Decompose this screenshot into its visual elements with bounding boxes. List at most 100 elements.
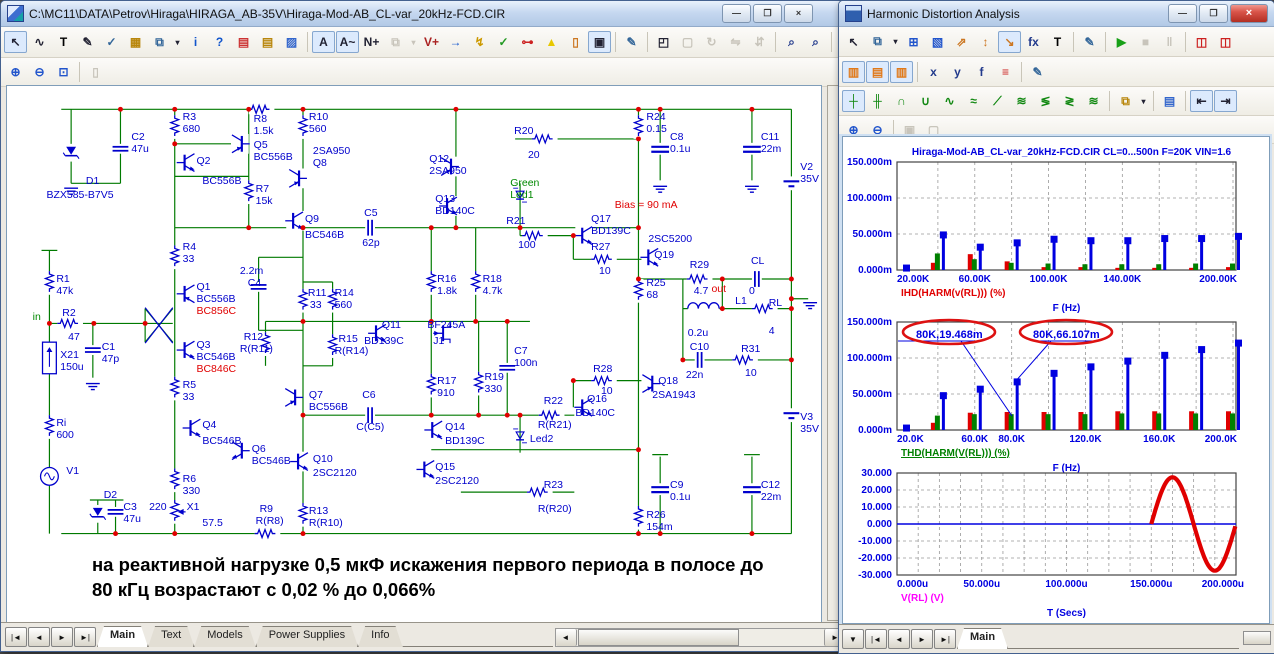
stop-icon[interactable]: ■ — [1134, 31, 1157, 53]
valley-icon[interactable]: ∪ — [914, 90, 937, 112]
data-points-icon[interactable]: ▤ — [1158, 90, 1181, 112]
sheet-tab-power-supplies[interactable]: Power Supplies — [256, 626, 358, 647]
minimize-button[interactable]: — — [1168, 4, 1197, 23]
rise-icon[interactable]: ∿ — [938, 90, 961, 112]
flip-h-icon[interactable]: ⇋ — [724, 31, 747, 53]
show-voltages-icon[interactable]: V+ — [420, 31, 443, 53]
select-tool-icon[interactable]: ↖ — [4, 31, 27, 53]
edit-plot-icon[interactable]: ✎ — [1026, 61, 1049, 83]
border-icon[interactable]: ▯ — [564, 31, 587, 53]
wire-tool-icon[interactable]: ∿ — [28, 31, 51, 53]
zoom-area-icon[interactable]: ▧ — [926, 31, 949, 53]
rotate-icon[interactable]: ↻ — [700, 31, 723, 53]
tab-nav-button[interactable]: ◄ — [28, 627, 50, 647]
find-icon[interactable]: ⌕ — [804, 31, 827, 53]
shapes-dropdown-icon[interactable]: ▾ — [890, 31, 901, 53]
perf-plot-icon[interactable]: ◫ — [1190, 31, 1213, 53]
overlay-pane-icon[interactable]: ▥ — [890, 60, 913, 83]
menu-icon[interactable]: ≡ — [994, 61, 1017, 83]
cursor-right-icon[interactable]: ⇥ — [1214, 90, 1237, 112]
list-icon[interactable]: ▤ — [256, 31, 279, 53]
tab-nav-button[interactable]: |◄ — [865, 629, 887, 649]
go-to-x-icon[interactable]: fx — [1022, 31, 1045, 53]
bus-icon[interactable]: ▦ — [124, 31, 147, 53]
cursor-next-icon[interactable]: ╫ — [866, 90, 889, 112]
tab-nav-button[interactable]: |◄ — [5, 627, 27, 647]
plot-area[interactable]: 0.000m 50.000m 100.000m 150.000m 20.00K 60.00… — [842, 136, 1270, 624]
text-tool-icon[interactable]: T — [52, 31, 75, 53]
tab-nav-button[interactable]: ►| — [74, 627, 96, 647]
minimize-button[interactable]: — — [722, 4, 751, 23]
tab-nav-button[interactable]: ► — [911, 629, 933, 649]
warning-icon[interactable]: ▲ — [540, 31, 563, 53]
x-axis-settings-icon[interactable]: x — [922, 61, 945, 83]
zoom-out-icon[interactable]: ⊖ — [28, 61, 51, 83]
properties-icon[interactable]: ✎ — [620, 31, 643, 53]
scroll-thumb[interactable] — [1243, 631, 1271, 645]
one-pane-icon[interactable]: ▥ — [842, 60, 865, 83]
y-axis-settings-icon[interactable]: y — [946, 61, 969, 83]
cursor-track-icon[interactable]: ┼ — [842, 90, 865, 112]
show-currents-icon[interactable]: → — [444, 31, 467, 53]
close-button[interactable]: × — [784, 4, 813, 23]
fft-plot-icon[interactable]: ◫ — [1214, 31, 1237, 53]
fx-settings-icon[interactable]: f — [970, 61, 993, 83]
sheet-info-icon[interactable]: ▨ — [280, 31, 303, 53]
left-titlebar[interactable]: C:\MC11\DATA\Petrov\Hiraga\HIRAGA_AB-35V… — [1, 1, 847, 27]
scroll-thumb[interactable] — [577, 629, 740, 646]
envelope-bottom-icon[interactable]: ≋ — [1082, 90, 1105, 112]
clipboard-icon[interactable]: ⧉ — [1114, 90, 1137, 112]
horizontal-scrollbar[interactable]: ◄ ► — [554, 628, 847, 647]
properties-icon[interactable]: ✎ — [1078, 31, 1101, 53]
scroll-left-icon[interactable]: ◄ — [555, 629, 577, 646]
clipboard-dropdown-icon[interactable]: ▾ — [1138, 90, 1149, 112]
tab-nav-button[interactable]: ▼ — [842, 629, 864, 649]
zoom-100-icon[interactable]: ⊡ — [52, 61, 75, 83]
sheet-tab-main[interactable]: Main — [97, 626, 148, 647]
copy-icon[interactable]: ⧉ — [384, 31, 407, 53]
tab-nav-button[interactable]: ► — [51, 627, 73, 647]
group-icon[interactable]: ▢ — [676, 31, 699, 53]
peak-icon[interactable]: ∩ — [890, 90, 913, 112]
text-mode-icon[interactable]: T — [1046, 31, 1069, 53]
select-region-icon[interactable]: ▣ — [588, 31, 611, 53]
shapes-dropdown-icon[interactable]: ▾ — [172, 31, 183, 53]
select-mode-icon[interactable]: ↖ — [842, 31, 865, 53]
slope-icon[interactable]: ⟋ — [986, 90, 1009, 112]
flip-v-icon[interactable]: ⇵ — [748, 31, 771, 53]
tab-nav-button[interactable]: ►| — [934, 629, 956, 649]
copy-dropdown-icon[interactable]: ▾ — [408, 31, 419, 53]
cursor-left-icon[interactable]: ⇤ — [1190, 90, 1213, 112]
restore-button[interactable]: ❐ — [753, 4, 782, 23]
model-list-icon[interactable]: ▤ — [232, 31, 255, 53]
help-icon[interactable]: ? — [208, 31, 231, 53]
fall-icon[interactable]: ≈ — [962, 90, 985, 112]
zoom-select-icon[interactable]: ⊞ — [902, 31, 925, 53]
page-icon[interactable]: ▯ — [84, 61, 107, 83]
stacked-pane-icon[interactable]: ▤ — [866, 60, 889, 83]
find-part-icon[interactable]: ⌕ — [780, 31, 803, 53]
plot-tab-main[interactable]: Main — [957, 628, 1008, 649]
schematic-canvas[interactable]: на реактивной нагрузке 0,5 мкФ искажения… — [6, 85, 822, 623]
scale-y-icon[interactable]: ↕ — [974, 31, 997, 53]
crossing-icon[interactable]: ≶ — [1034, 90, 1057, 112]
cursor-mode-icon[interactable]: ↘ — [998, 30, 1021, 53]
sheet-tab-models[interactable]: Models — [194, 626, 255, 647]
show-pin-connections-icon[interactable]: ⊶ — [516, 31, 539, 53]
run-icon[interactable]: ▶ — [1110, 31, 1133, 53]
select-all-icon[interactable]: ◰ — [652, 31, 675, 53]
zoom-in-icon[interactable]: ⊕ — [4, 61, 27, 83]
scale-x-icon[interactable]: ⇗ — [950, 31, 973, 53]
show-attributes-icon[interactable]: A — [312, 31, 335, 53]
tab-nav-button[interactable]: ◄ — [888, 629, 910, 649]
show-node-numbers-icon[interactable]: N+ — [360, 31, 383, 53]
show-power-icon[interactable]: ↯ — [468, 31, 491, 53]
show-conditions-icon[interactable]: ✓ — [492, 31, 515, 53]
info-icon[interactable]: i — [184, 31, 207, 53]
line-tool-icon[interactable]: ✎ — [76, 31, 99, 53]
clipboard-shapes-icon[interactable]: ⧉ — [866, 31, 889, 53]
inflection-icon[interactable]: ≋ — [1010, 90, 1033, 112]
sheet-tab-text[interactable]: Text — [148, 626, 194, 647]
right-titlebar[interactable]: Harmonic Distortion Analysis — ❐ × — [839, 1, 1274, 27]
envelope-top-icon[interactable]: ≷ — [1058, 90, 1081, 112]
